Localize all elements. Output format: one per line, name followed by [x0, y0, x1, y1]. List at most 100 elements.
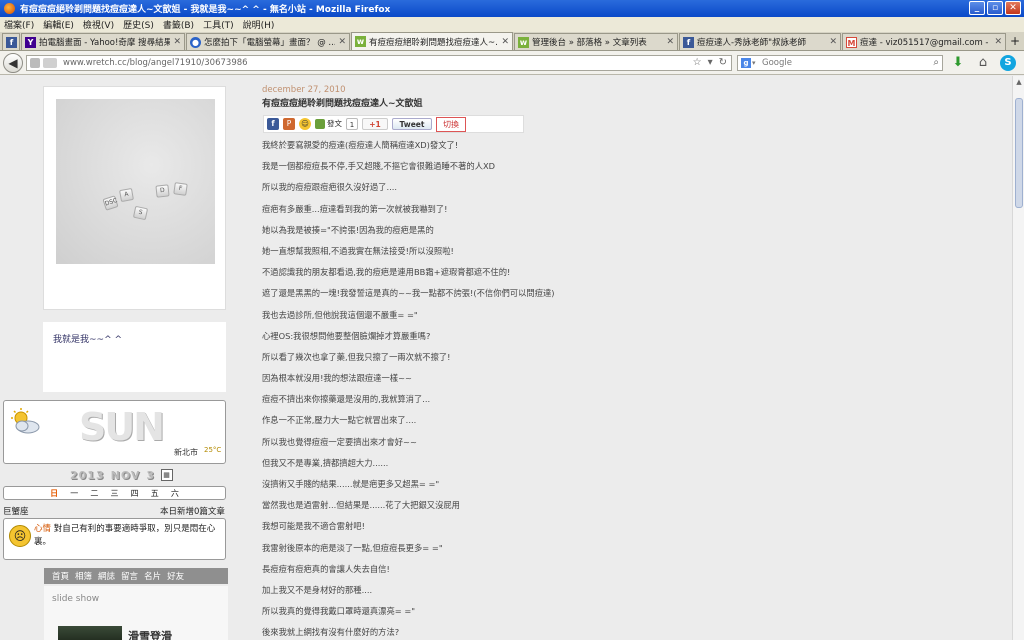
tab-close-icon[interactable]: ✕	[338, 37, 346, 47]
skype-icon[interactable]: S	[1000, 55, 1016, 71]
nav-link-blog[interactable]: 網誌	[98, 570, 115, 582]
window-controls: _ ▫ ✕	[969, 1, 1021, 15]
google-plus-button[interactable]: +1	[362, 118, 388, 130]
menu-bookmarks[interactable]: 書籤(B)	[163, 18, 194, 31]
google-icon[interactable]: g	[741, 58, 751, 68]
window-title: 有痘痘痘絕聆剃問題找痘痘達人~文歆姐 - 我就是我~~^ ^ - 無名小站 - …	[20, 5, 391, 15]
slideshow-thumbnail[interactable]	[58, 626, 122, 640]
download-icon[interactable]: ⬇	[950, 55, 966, 71]
tab-wretch-admin[interactable]: w 管理後台 » 部落格 » 文章列表 ✕	[514, 33, 678, 50]
gmail-icon: M	[846, 36, 857, 48]
tab-close-icon[interactable]: ✕	[829, 37, 837, 47]
window-titlebar: 有痘痘痘絕聆剃問題找痘痘達人~文歆姐 - 我就是我~~^ ^ - 無名小站 - …	[0, 0, 1024, 17]
weekday-wed[interactable]: 三	[110, 488, 118, 499]
weekday-fri[interactable]: 五	[151, 488, 159, 499]
post-line: 沒擠術又手賤的結果......就是疤更多又超黑= ="	[262, 479, 440, 489]
post-share-button[interactable]: 發文	[315, 118, 342, 130]
weather-city: 新北市	[174, 448, 198, 457]
new-tab-button[interactable]: +	[1007, 33, 1023, 50]
scrollbar-thumb[interactable]	[1015, 98, 1023, 208]
search-input[interactable]: g ▾ Google ⌕	[737, 55, 943, 71]
search-engine-dropdown-icon[interactable]: ▾	[752, 56, 756, 70]
weekday-tue[interactable]: 二	[90, 488, 98, 499]
tab-close-icon[interactable]: ✕	[501, 37, 509, 47]
weekday-thu[interactable]: 四	[131, 488, 139, 499]
zodiac-label: 巨蟹座	[3, 507, 29, 517]
weekday-sun[interactable]: 日	[50, 488, 58, 499]
tab-label: 痘達 - viz051517@gmail.com - Gmail	[860, 38, 991, 48]
maximize-button[interactable]: ▫	[987, 1, 1003, 15]
nav-link-album[interactable]: 相簿	[75, 570, 92, 582]
home-icon[interactable]: ⌂	[975, 55, 991, 71]
switch-button[interactable]: 切換	[436, 116, 466, 132]
mood-label: 心情	[34, 524, 52, 534]
keycap-icon: S	[132, 205, 149, 221]
minimize-button[interactable]: _	[969, 1, 985, 15]
vertical-scrollbar[interactable]: ▲	[1012, 76, 1024, 640]
keycap-icon: A	[119, 187, 134, 203]
post-line: 痘痘不擠出來你擦藥還是沒用的,我就算消了...	[262, 394, 431, 405]
tab-label: 怎麼拍下「電腦螢幕」畫面？ @ ...	[204, 38, 336, 48]
mood-box: ☹ 心情 對自己有利的事要適時爭取，別只是悶在心裏。	[3, 518, 226, 560]
page-content: DSC A S D F 我就是我~~^ ^ SUN 新北市 25°C 2013 …	[0, 76, 1012, 640]
weekday-sat[interactable]: 六	[171, 488, 179, 499]
tab-facebook-page[interactable]: f 痘痘達人-秀詠老師"叔詠老師 ✕	[679, 33, 841, 50]
profile-photo[interactable]: DSC A S D F	[56, 99, 215, 264]
profile-photo-frame: DSC A S D F	[43, 86, 226, 310]
close-button[interactable]: ✕	[1005, 1, 1021, 15]
url-input[interactable]: www.wretch.cc/blog/angel71910/30673986 ☆…	[26, 55, 732, 71]
post-line: 她一直想幫我照相,不過我實在無法接受!所以沒照啦!	[262, 245, 454, 256]
mood-message: 對自己有利的事要適時爭取，別只是悶在心裏。	[34, 524, 216, 547]
facebook-icon: f	[683, 36, 694, 48]
tab-gmail[interactable]: M 痘達 - viz051517@gmail.com - Gmail ✕	[842, 33, 1006, 50]
weekday-mon[interactable]: 一	[70, 488, 78, 499]
emoji-icon[interactable]: ☺	[299, 118, 311, 130]
tab-blog[interactable]: ● 怎麼拍下「電腦螢幕」畫面？ @ ... ✕	[186, 33, 350, 50]
search-icon[interactable]: ⌕	[933, 56, 939, 70]
calendar-icon[interactable]: ▦	[161, 469, 174, 481]
nav-link-card[interactable]: 名片	[144, 570, 161, 582]
tab-yahoo[interactable]: Y 拍電腦畫面 - Yahoo!奇摩 搜尋結果 ✕	[21, 33, 185, 50]
sad-face-icon: ☹	[9, 525, 31, 547]
blog-nav-links: 首頁 相簿 網誌 留言 名片 好友	[44, 568, 228, 584]
site-identity-icon[interactable]	[30, 58, 40, 68]
wretch-icon: w	[355, 36, 366, 47]
tab-close-icon[interactable]: ✕	[173, 37, 181, 47]
nav-link-friends[interactable]: 好友	[167, 570, 184, 582]
menu-view[interactable]: 檢視(V)	[83, 18, 114, 31]
post-line: 長痘痘有痘疤真的會讓人失去自信!	[262, 563, 390, 574]
menu-edit[interactable]: 編輯(E)	[43, 18, 74, 31]
dropdown-icon[interactable]: ▾	[708, 56, 713, 70]
post-line: 當然我也是過雷射...但結果是......花了大把銀又沒屁用	[262, 500, 460, 511]
plurk-share-icon[interactable]: P	[283, 118, 295, 130]
post-line: 但我又不是專業,擠都擠超大力......	[262, 457, 389, 468]
tab-facebook[interactable]: f	[2, 33, 20, 50]
scroll-up-icon[interactable]: ▲	[1013, 76, 1024, 88]
post-line: 因為根本就沒用!我的想法跟痘達一樣~~	[262, 373, 412, 384]
nav-link-guestbook[interactable]: 留言	[121, 570, 138, 582]
back-button[interactable]: ◀	[3, 53, 23, 73]
menu-help[interactable]: 說明(H)	[243, 18, 275, 31]
weather-temp: 25°C	[204, 446, 222, 454]
tab-wretch-active[interactable]: w 有痘痘痘絕聆剃問題找痘痘達人~... ✕	[351, 32, 513, 50]
menu-file[interactable]: 檔案(F)	[4, 18, 34, 31]
tab-close-icon[interactable]: ✕	[994, 37, 1002, 47]
post-line: 遮了還是黑黑的一塊!我發誓這是真的~~我一點都不誇張!(不信你們可以問痘達)	[262, 288, 555, 299]
slideshow-widget: slide show 滑雪登滑	[44, 586, 228, 640]
post-line: 我想可能是我不適合雷射吧!	[262, 521, 365, 532]
post-line: 所以看了幾次也拿了藥,但我只擦了一兩次就不擦了!	[262, 351, 451, 362]
slideshow-caption[interactable]: 滑雪登滑	[128, 628, 172, 640]
reload-icon[interactable]: ↻	[719, 56, 727, 70]
share-bar: f P ☺ 發文 1 +1 Tweet 切換	[263, 115, 524, 133]
tab-close-icon[interactable]: ✕	[666, 37, 674, 47]
menu-history[interactable]: 歷史(S)	[123, 18, 154, 31]
bookmark-star-icon[interactable]: ☆	[693, 56, 702, 70]
menu-tools[interactable]: 工具(T)	[203, 18, 234, 31]
facebook-share-icon[interactable]: f	[267, 118, 279, 130]
post-icon	[315, 119, 325, 129]
nav-link-home[interactable]: 首頁	[52, 570, 69, 582]
url-text: www.wretch.cc/blog/angel71910/30673986	[63, 58, 248, 68]
post-title[interactable]: 有痘痘痘絕聆剃問題找痘痘達人~文歆姐	[262, 96, 423, 109]
post-date: december 27, 2010	[262, 85, 346, 95]
tweet-button[interactable]: Tweet	[392, 118, 432, 130]
